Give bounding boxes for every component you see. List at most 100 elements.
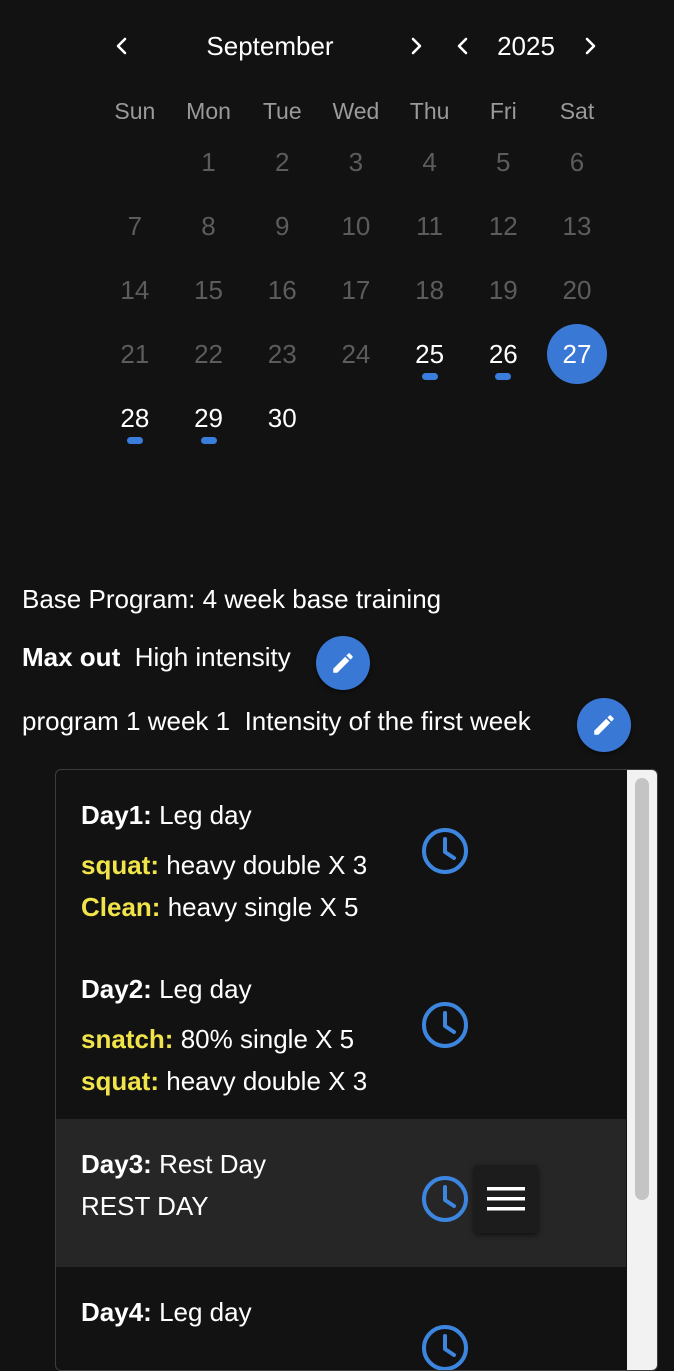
day-number: 15 [194, 275, 223, 305]
workout-indicator [495, 373, 512, 380]
year-label: 2025 [497, 31, 555, 61]
chevron-left-icon [457, 37, 468, 55]
day-cell[interactable]: 24 [319, 322, 393, 386]
day-cell[interactable]: 29 [172, 386, 246, 450]
drag-handle[interactable] [474, 1165, 538, 1233]
day-cell-selected[interactable]: 27 [540, 322, 614, 386]
day-cell[interactable]: 19 [466, 258, 540, 322]
day-number: 18 [415, 275, 445, 305]
exercise-name: squat: [81, 850, 159, 880]
day-cell[interactable]: 28 [98, 386, 172, 450]
workout-indicator [200, 437, 217, 444]
day-number: 27 [562, 339, 592, 369]
day-cell[interactable]: 15 [172, 258, 246, 322]
exercise-detail: heavy single X 5 [167, 892, 359, 922]
day-cell[interactable]: 7 [98, 194, 172, 258]
day-number: 17 [341, 275, 371, 305]
day-label: Day1: [81, 800, 152, 830]
day-list[interactable]: Day1: Leg day squat: heavy double X 3 Cl… [55, 769, 658, 1371]
weekday-label: Sun [114, 98, 156, 124]
week-description: Intensity of the first week [244, 706, 531, 736]
day-cell[interactable]: 18 [393, 258, 467, 322]
day-number: 6 [569, 147, 585, 177]
day-title: Day4: Leg day [81, 1297, 252, 1328]
day-cell[interactable]: 2 [245, 130, 319, 194]
day-number: 13 [562, 211, 592, 241]
day-cell[interactable]: 20 [540, 258, 614, 322]
clock-icon[interactable] [420, 1323, 470, 1371]
day-cell[interactable]: 26 [466, 322, 540, 386]
day-cell[interactable]: 4 [393, 130, 467, 194]
clock-icon[interactable] [420, 1000, 470, 1050]
day-card[interactable]: Day3: Rest Day REST DAY [56, 1119, 626, 1267]
weekday-header: Sun Mon Tue Wed Thu Fri Sat [98, 92, 614, 130]
clock-icon[interactable] [420, 1174, 470, 1224]
exercise-name: Clean: [81, 892, 161, 922]
day-cell[interactable]: 16 [245, 258, 319, 322]
workout-indicator [421, 373, 438, 380]
day-card[interactable]: Day1: Leg day squat: heavy double X 3 Cl… [56, 770, 626, 944]
weekday-label: Sat [559, 98, 595, 124]
day-number: 16 [267, 275, 297, 305]
chevron-right-icon [411, 37, 422, 55]
day-number: 22 [194, 339, 223, 369]
calendar-grid: Sun Mon Tue Wed Thu Fri Sat 1 2 3 4 5 6 7 8 9 10 1… [98, 92, 614, 450]
chevron-right-icon [585, 37, 596, 55]
day-number: 11 [416, 211, 444, 241]
day-number: 5 [496, 147, 511, 177]
day-cell[interactable]: 3 [319, 130, 393, 194]
day-cell[interactable]: 1 [172, 130, 246, 194]
day-number: 1 [201, 147, 216, 177]
exercise-detail: 80% single X 5 [180, 1024, 355, 1054]
day-cell[interactable]: 30 [245, 386, 319, 450]
day-label: Day3: [81, 1149, 152, 1179]
edit-phase-button[interactable] [316, 636, 370, 690]
day-number: 30 [267, 403, 297, 433]
clock-icon[interactable] [420, 826, 470, 876]
day-name: Rest Day [159, 1149, 266, 1179]
prev-year-button[interactable] [447, 30, 479, 62]
phase-description: High intensity [134, 642, 291, 672]
day-cell[interactable]: 8 [172, 194, 246, 258]
day-cell[interactable]: 17 [319, 258, 393, 322]
next-month-button[interactable] [400, 30, 432, 62]
exercise-detail: heavy double X 3 [166, 850, 368, 880]
day-number: 20 [562, 275, 592, 305]
day-cell[interactable]: 10 [319, 194, 393, 258]
week-row: 28 29 30 [98, 386, 614, 450]
empty-cell [540, 386, 614, 450]
day-number: 28 [120, 403, 150, 433]
day-number: 7 [127, 211, 143, 241]
pencil-icon [333, 653, 353, 673]
edit-week-button[interactable] [577, 698, 631, 752]
day-cell[interactable]: 23 [245, 322, 319, 386]
next-year-button[interactable] [574, 30, 606, 62]
empty-cell [98, 130, 172, 194]
day-card[interactable]: Day2: Leg day snatch: 80% single X 5 squ… [56, 944, 626, 1118]
day-name: Leg day [159, 1297, 252, 1327]
day-number: 24 [341, 339, 371, 369]
day-cell[interactable]: 21 [98, 322, 172, 386]
scrollbar-thumb[interactable] [635, 778, 649, 1200]
day-number: 23 [267, 339, 297, 369]
prev-month-button[interactable] [106, 30, 138, 62]
day-cell[interactable]: 5 [466, 130, 540, 194]
day-cell[interactable]: 13 [540, 194, 614, 258]
day-cell[interactable]: 25 [393, 322, 467, 386]
scrollbar[interactable] [627, 770, 657, 1370]
day-cell[interactable]: 12 [466, 194, 540, 258]
day-cell[interactable]: 22 [172, 322, 246, 386]
day-card[interactable]: Day4: Leg day [56, 1267, 626, 1371]
exercise-name: squat: [81, 1066, 159, 1096]
day-cell[interactable]: 6 [540, 130, 614, 194]
day-number: 8 [201, 211, 216, 241]
day-title: Day2: Leg day [81, 974, 252, 1005]
pencil-icon [594, 715, 614, 735]
day-cell[interactable]: 14 [98, 258, 172, 322]
day-number: 14 [120, 275, 150, 305]
day-number: 19 [488, 275, 518, 305]
day-cell[interactable]: 11 [393, 194, 467, 258]
phase-info: Max out High intensity [22, 642, 291, 673]
day-cell[interactable]: 9 [245, 194, 319, 258]
week-row: 7 8 9 10 11 12 13 [98, 194, 614, 258]
